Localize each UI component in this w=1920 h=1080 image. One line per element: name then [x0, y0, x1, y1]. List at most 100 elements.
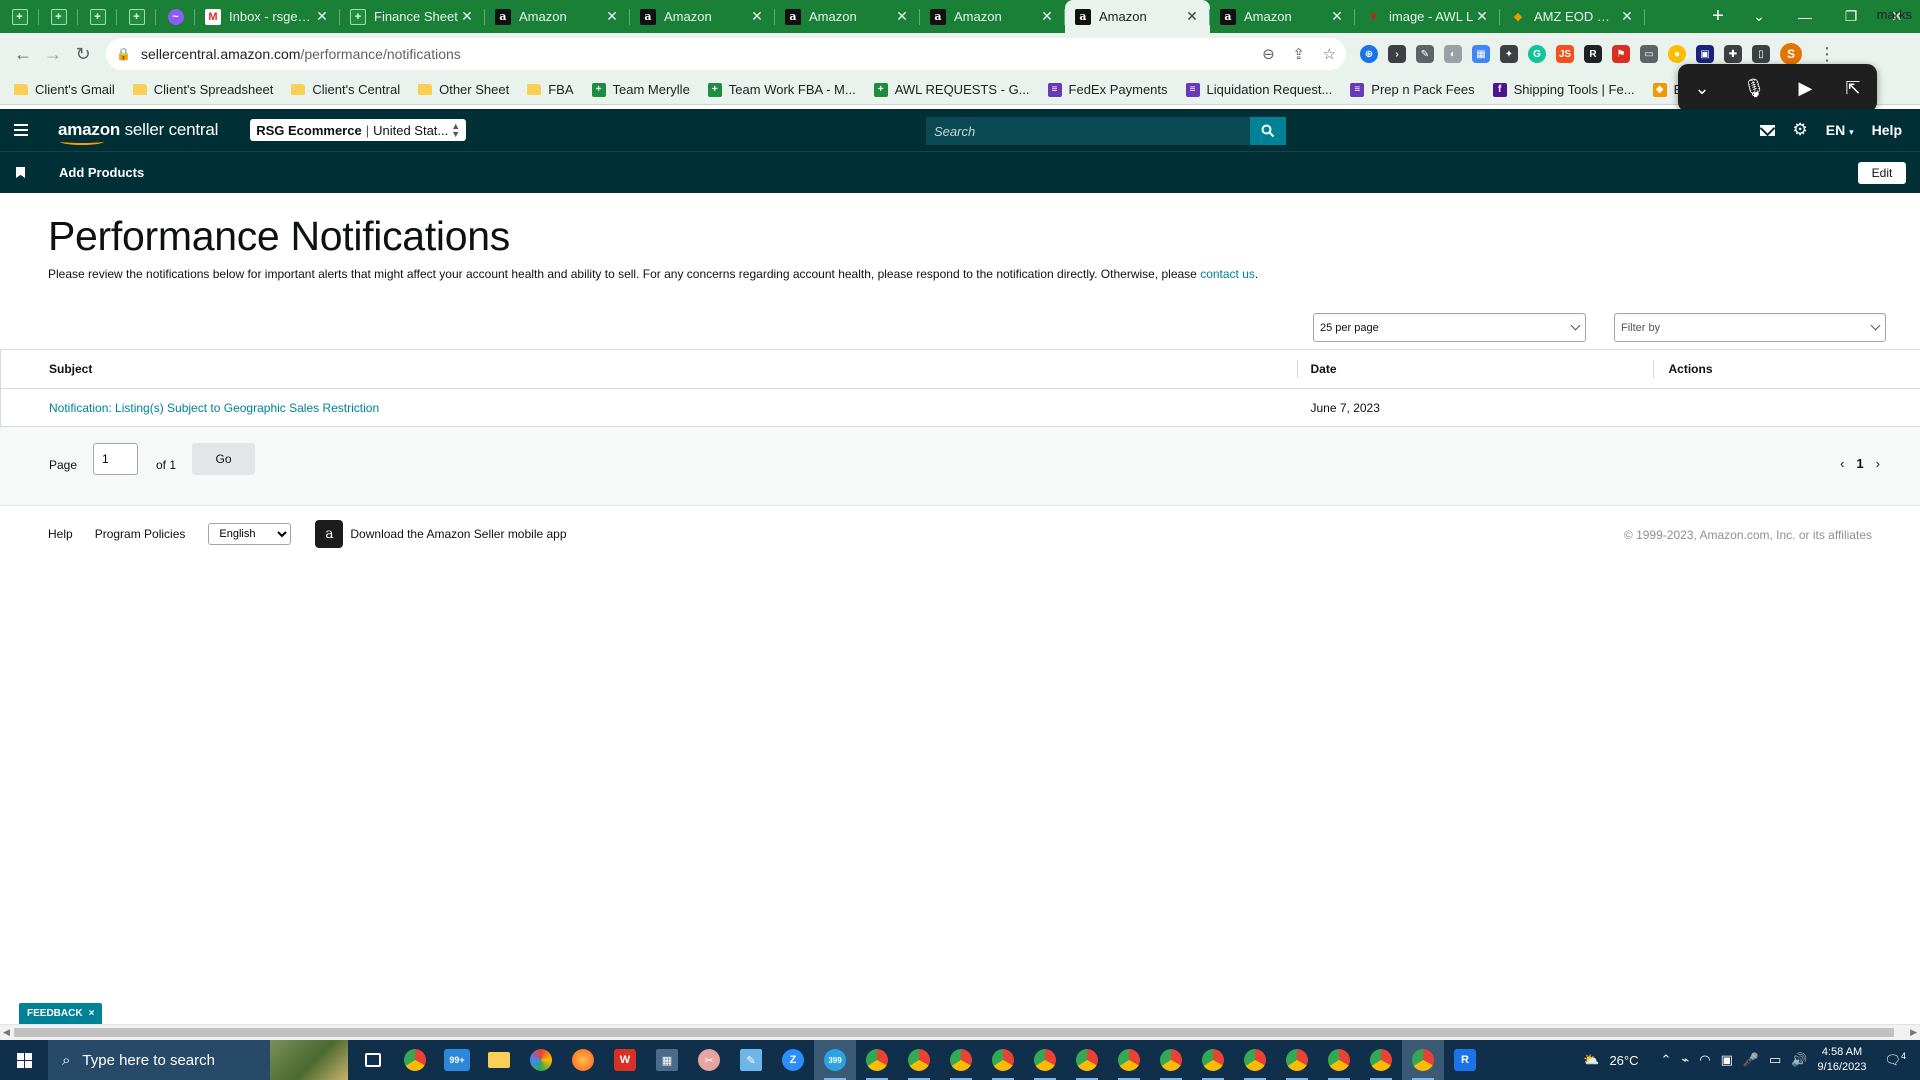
chrome-profile-13-icon[interactable] — [1360, 1040, 1402, 1080]
extension-icon-13[interactable]: ▣ — [1696, 45, 1714, 63]
zoom-app-icon[interactable]: Z — [772, 1040, 814, 1080]
extensions-puzzle-icon[interactable]: ✚ — [1724, 45, 1742, 63]
column-date[interactable]: Date — [1296, 349, 1653, 389]
tab-close-icon[interactable]: ✕ — [604, 8, 620, 25]
mail-app-icon[interactable]: 99+ — [436, 1040, 478, 1080]
chrome-profile-11-icon[interactable] — [1276, 1040, 1318, 1080]
tab-close-icon[interactable]: ✕ — [459, 8, 475, 25]
browser-tab[interactable]: ◆ AMZ EOD Rep ✕ — [1500, 0, 1645, 33]
bookmark-item[interactable]: + Team Work FBA - M... — [707, 82, 856, 97]
address-bar[interactable]: 🔒 sellercentral.amazon.com/performance/n… — [106, 38, 1346, 70]
tab-close-icon[interactable]: ✕ — [749, 8, 765, 25]
browser-tab[interactable]: + — [39, 0, 78, 33]
browser-tab[interactable]: ~ — [156, 0, 195, 33]
tab-close-icon[interactable]: ✕ — [314, 8, 330, 25]
search-input[interactable] — [926, 117, 1250, 145]
firefox-icon[interactable] — [562, 1040, 604, 1080]
scroll-right-arrow-icon[interactable]: ▶ — [1910, 1027, 1917, 1038]
chrome-profile-7-icon[interactable] — [1108, 1040, 1150, 1080]
bookmark-item[interactable]: FBA — [527, 82, 574, 97]
messages-mail-icon[interactable] — [1759, 124, 1775, 136]
lock-icon[interactable]: 🔒 — [116, 47, 131, 61]
battery-icon[interactable]: ▭ — [1769, 1052, 1781, 1068]
tab-close-icon[interactable]: ✕ — [1329, 8, 1345, 25]
browser-tab[interactable]: + — [117, 0, 156, 33]
other-bookmarks[interactable]: marks — [1877, 7, 1912, 22]
meet-tray-icon[interactable]: ▣ — [1721, 1052, 1733, 1068]
maximize-button[interactable]: ❐ — [1828, 8, 1874, 25]
chrome-active-window-icon[interactable] — [1402, 1040, 1444, 1080]
back-button[interactable]: ← — [8, 39, 38, 69]
wps-office-icon[interactable]: W — [604, 1040, 646, 1080]
account-switcher[interactable]: RSG Ecommerce | United Stat... ▲ ▼ — [250, 119, 467, 141]
wifi-icon[interactable]: ◠ — [1699, 1052, 1710, 1068]
tab-close-icon[interactable]: ✕ — [1184, 8, 1200, 25]
scroll-left-arrow-icon[interactable]: ◀ — [3, 1027, 10, 1038]
extension-icon-3[interactable]: ✎ — [1416, 45, 1434, 63]
current-page-number[interactable]: 1 — [1856, 456, 1863, 471]
contact-us-link[interactable]: contact us — [1200, 267, 1255, 281]
download-app-link[interactable]: Download the Amazon Seller mobile app — [350, 527, 566, 541]
show-hidden-icons[interactable]: ⌃ — [1660, 1052, 1671, 1068]
chrome-profile-12-icon[interactable] — [1318, 1040, 1360, 1080]
chrome-profile-9-icon[interactable] — [1192, 1040, 1234, 1080]
browser-tab[interactable]: + — [0, 0, 39, 33]
remote-app-icon[interactable]: R — [1444, 1040, 1486, 1080]
chrome-icon[interactable] — [394, 1040, 436, 1080]
extension-icon-1[interactable]: ⊕ — [1360, 45, 1378, 63]
bookmark-item[interactable]: Client's Gmail — [14, 82, 115, 97]
horizontal-scrollbar[interactable]: ◀ ▶ — [0, 1024, 1920, 1040]
tab-search-icon[interactable]: ⌄ — [1736, 8, 1782, 25]
go-button[interactable]: Go — [192, 443, 255, 475]
mic-off-icon[interactable]: 🎙 — [1743, 78, 1766, 99]
chrome-profile-4-icon[interactable] — [982, 1040, 1024, 1080]
browser-tab[interactable]: a Amazon ✕ — [630, 0, 775, 33]
minimize-button[interactable]: — — [1782, 9, 1828, 25]
scrollbar-thumb[interactable] — [14, 1028, 1894, 1037]
bookmark-item[interactable]: ≡ Prep n Pack Fees — [1350, 82, 1475, 97]
extension-icon-11[interactable]: ▭ — [1640, 45, 1658, 63]
bookmark-item[interactable]: + Team Merylle — [591, 82, 690, 97]
file-explorer-icon[interactable] — [478, 1040, 520, 1080]
bookmark-item[interactable]: Client's Central — [291, 82, 400, 97]
tab-close-icon[interactable]: ✕ — [1039, 8, 1055, 25]
clock[interactable]: 4:58 AM 9/16/2023 — [1818, 1045, 1867, 1075]
chrome-profile-5-icon[interactable] — [1024, 1040, 1066, 1080]
calculator-icon[interactable]: ▦ — [646, 1040, 688, 1080]
previous-page-icon[interactable]: ‹ — [1840, 456, 1844, 471]
program-policies-link[interactable]: Program Policies — [95, 527, 186, 541]
task-view-icon[interactable] — [352, 1040, 394, 1080]
colorful-app-icon[interactable] — [520, 1040, 562, 1080]
chrome-profile-3-icon[interactable] — [940, 1040, 982, 1080]
extension-icon-4[interactable]: ◐ — [1444, 45, 1462, 63]
collapse-chevron-icon[interactable]: ⌄ — [1695, 78, 1710, 99]
volume-icon[interactable]: 🔊 — [1791, 1052, 1807, 1068]
bookmark-item[interactable]: f Shipping Tools | Fe... — [1492, 82, 1635, 97]
reload-button[interactable]: ↻ — [68, 39, 98, 69]
notifications-icon[interactable]: 🗨4 — [1884, 1051, 1906, 1068]
browser-tab[interactable]: a Amazon ✕ — [485, 0, 630, 33]
bookmark-item[interactable]: Client's Spreadsheet — [132, 82, 273, 97]
settings-gear-icon[interactable]: ⚙ — [1793, 120, 1808, 140]
snipping-tool-icon[interactable]: ✂ — [688, 1040, 730, 1080]
zoom-icon[interactable]: ⊖ — [1262, 46, 1275, 63]
per-page-dropdown[interactable]: 25 per page — [1313, 313, 1586, 342]
chrome-profile-2-icon[interactable] — [898, 1040, 940, 1080]
browser-tab[interactable]: ▼ image - AWL L ✕ — [1355, 0, 1500, 33]
open-external-icon[interactable]: ⇱ — [1845, 78, 1860, 99]
bookmark-item[interactable]: ≡ Liquidation Request... — [1185, 82, 1332, 97]
footer-help-link[interactable]: Help — [48, 527, 73, 541]
edit-nav-button[interactable]: Edit — [1858, 162, 1906, 184]
feedback-tab[interactable]: FEEDBACK × — [19, 1003, 103, 1024]
temperature-text[interactable]: 26°C — [1609, 1053, 1638, 1068]
extension-icon-5[interactable]: ▦ — [1472, 45, 1490, 63]
hamburger-menu-icon[interactable] — [0, 109, 42, 151]
grammarly-icon[interactable]: G — [1528, 45, 1546, 63]
bookmark-item[interactable]: + AWL REQUESTS - G... — [873, 82, 1030, 97]
tab-close-icon[interactable]: ✕ — [1474, 8, 1490, 25]
page-number-input[interactable] — [93, 443, 138, 475]
forward-button[interactable]: → — [38, 39, 68, 69]
weather-icon[interactable]: ⛅ — [1583, 1052, 1599, 1068]
browser-tab[interactable]: a Amazon ✕ — [775, 0, 920, 33]
feedback-close-icon[interactable]: × — [89, 1008, 95, 1019]
